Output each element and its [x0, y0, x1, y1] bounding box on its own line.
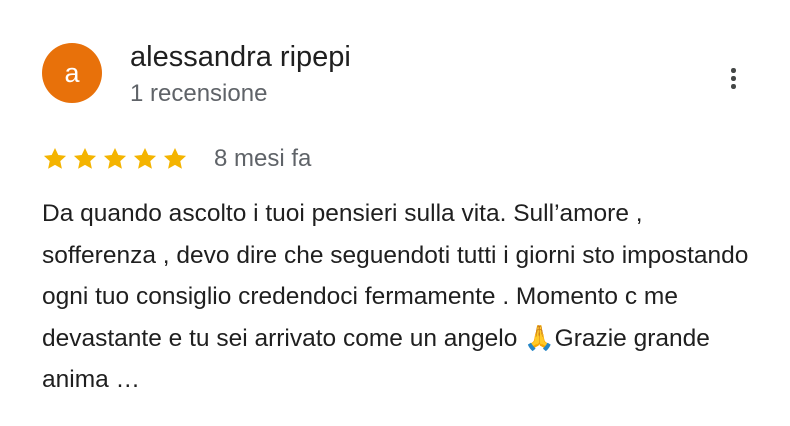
star-icon [103, 147, 127, 169]
review-card: a alessandra ripepi 1 recensione 8 mesi … [0, 0, 790, 426]
star-icon [133, 147, 157, 169]
avatar[interactable]: a [42, 43, 102, 103]
author-review-count[interactable]: 1 recensione [130, 80, 267, 108]
more-vert-icon [731, 76, 736, 81]
star-icon [73, 147, 97, 169]
author-name[interactable]: alessandra ripepi [130, 40, 351, 74]
more-vert-icon [731, 84, 736, 89]
star-icon [163, 147, 187, 169]
star-rating [42, 146, 200, 172]
star-icon [43, 147, 67, 169]
review-date: 8 mesi fa [214, 145, 312, 172]
more-options-button[interactable] [716, 60, 750, 96]
more-vert-icon [731, 68, 736, 73]
review-text: Da quando ascolto i tuoi pensieri sulla … [42, 200, 749, 393]
